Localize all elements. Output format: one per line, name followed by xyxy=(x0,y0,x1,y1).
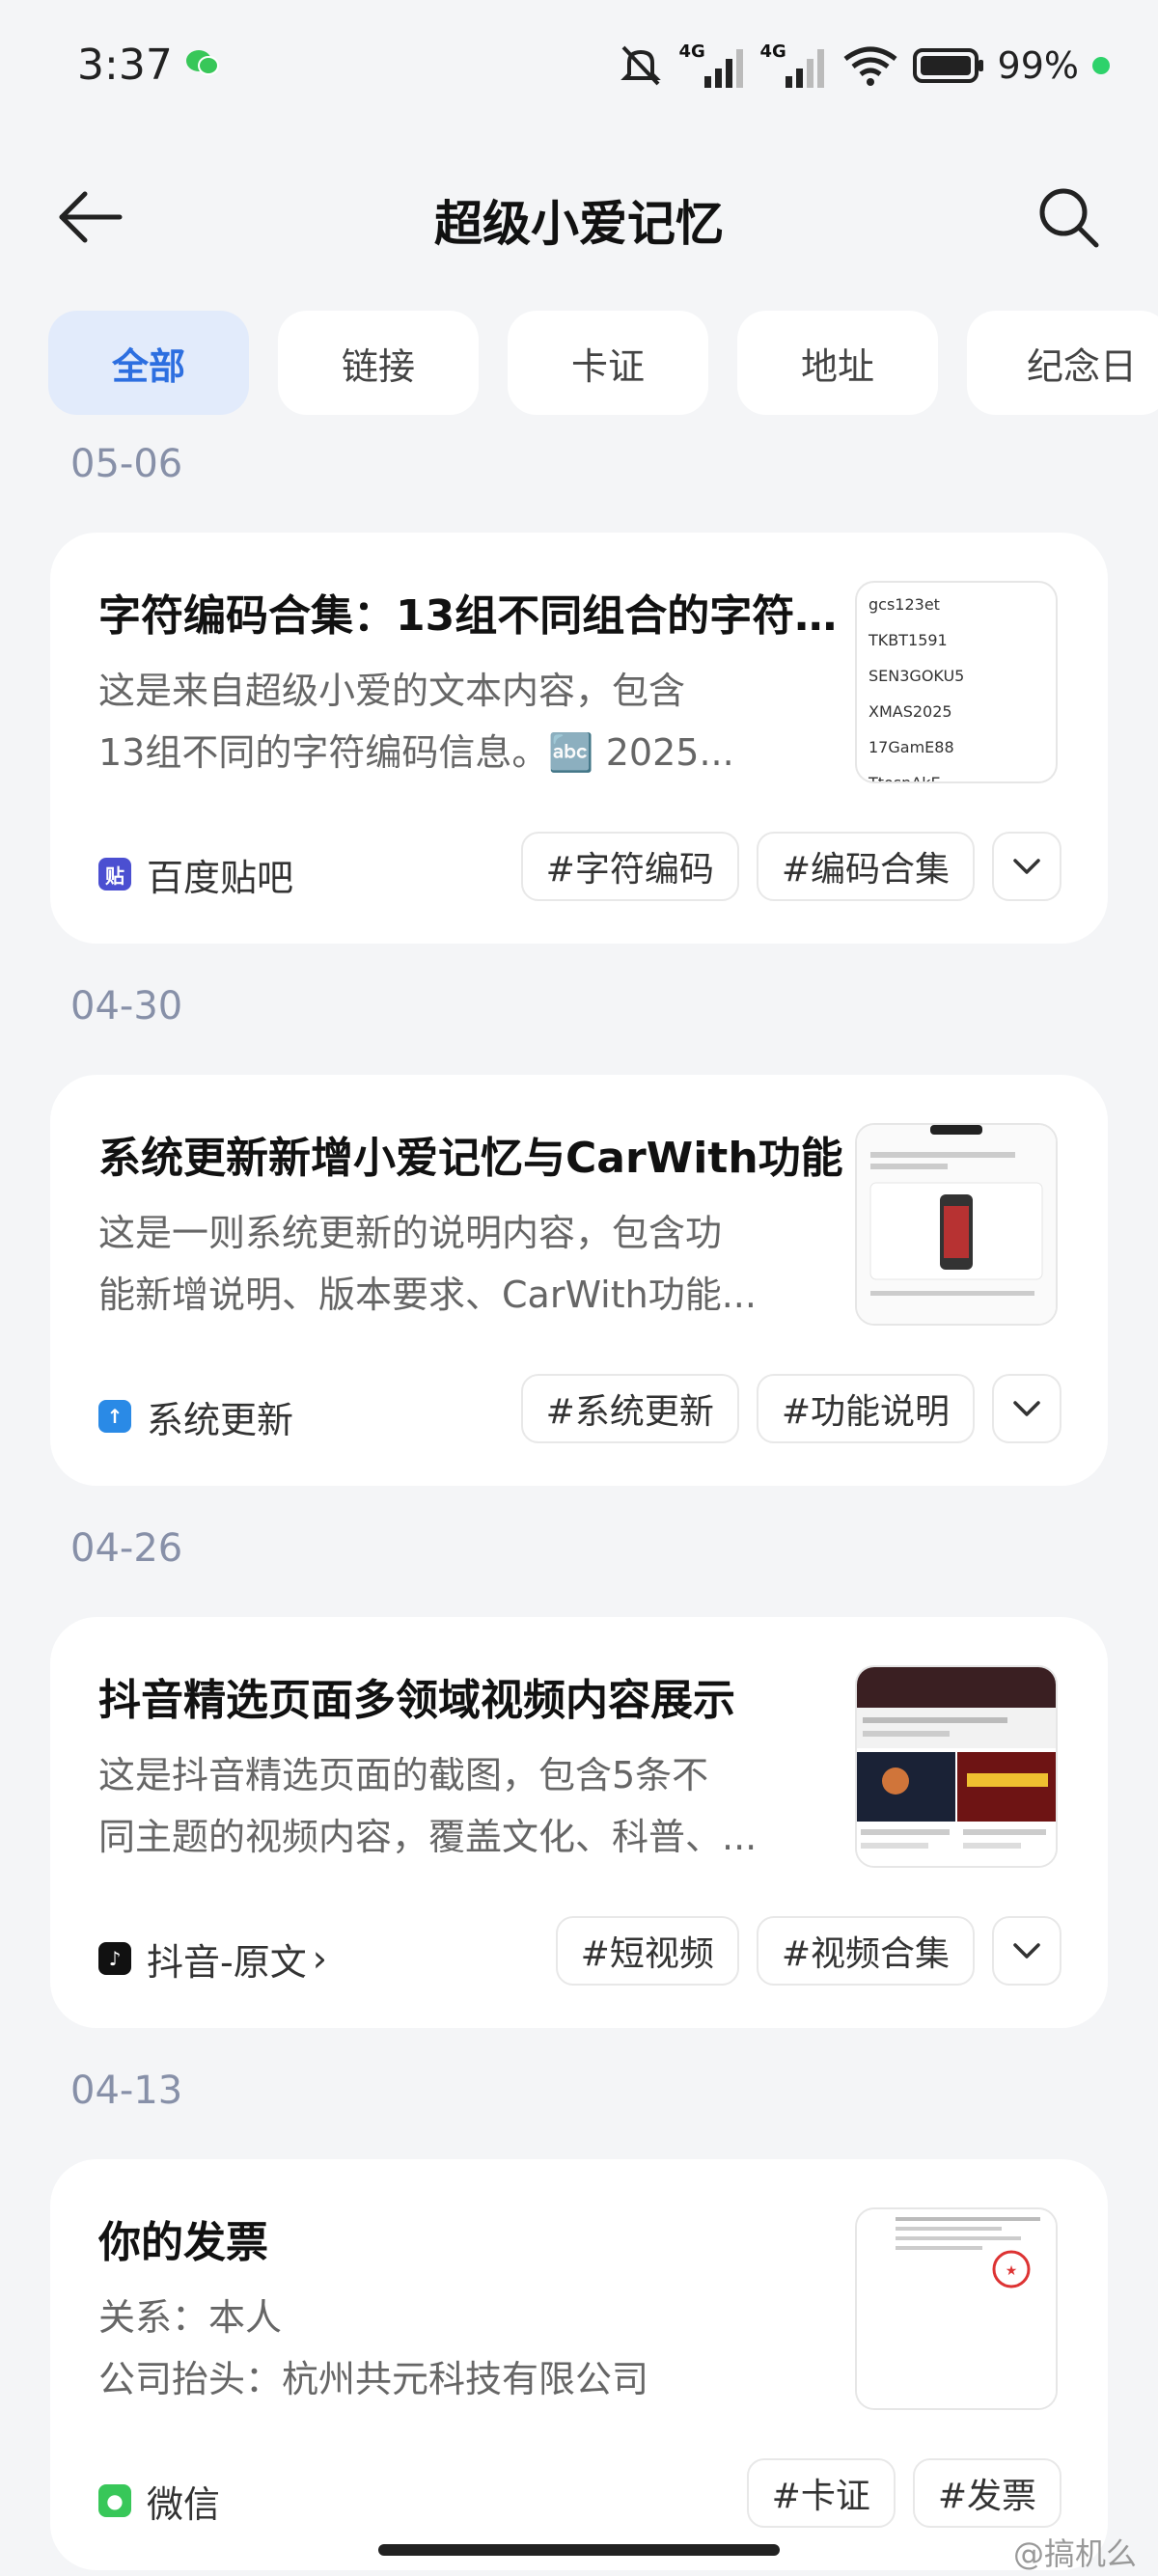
chevron-down-icon xyxy=(1013,1943,1040,1959)
tab-anniversary[interactable]: 纪念日 xyxy=(967,311,1158,415)
card-source[interactable]: ♪ 抖音-原文 › xyxy=(98,1932,327,1986)
thumb-text: 17GamE88 xyxy=(868,738,954,756)
signal-1-icon: 4G xyxy=(679,41,747,90)
chevron-down-icon xyxy=(1013,859,1040,874)
tieba-icon: 贴 xyxy=(98,858,131,891)
card-source: ● 微信 xyxy=(98,2474,220,2528)
tab-cards[interactable]: 卡证 xyxy=(508,311,708,415)
tab-links[interactable]: 链接 xyxy=(278,311,479,415)
card-source: ↑ 系统更新 xyxy=(98,1389,293,1443)
card-description: 这是一则系统更新的说明内容，包含功 能新增说明、版本要求、CarWith功能..… xyxy=(98,1202,861,1326)
source-label: 系统更新 xyxy=(147,1398,294,1441)
battery-percent: 99% xyxy=(997,44,1079,87)
search-icon[interactable] xyxy=(1036,185,1100,249)
svg-text:★: ★ xyxy=(1006,2263,1018,2279)
card-desc-line: 这是抖音精选页面的截图，包含5条不 xyxy=(98,1754,709,1796)
card-thumbnail: ★ xyxy=(855,2207,1058,2410)
card-thumbnail xyxy=(855,1123,1058,1326)
card-title: 你的发票 xyxy=(98,2218,268,2267)
page-title: 超级小爱记忆 xyxy=(434,196,724,252)
memory-card[interactable]: 抖音精选页面多领域视频内容展示 这是抖音精选页面的截图，包含5条不 同主题的视频… xyxy=(50,1617,1108,2028)
douyin-icon: ♪ xyxy=(98,1942,131,1975)
source-label: 微信 xyxy=(147,2482,221,2526)
source-label: 百度贴吧 xyxy=(147,856,294,899)
tag-chip[interactable]: #字符编码 xyxy=(520,832,739,901)
status-bar: 3:37 4G 4G 99% xyxy=(0,0,1158,135)
card-tags: #字符编码 #编码合集 xyxy=(520,832,1062,901)
tag-chip[interactable]: #卡证 xyxy=(746,2458,896,2528)
privacy-indicator-dot xyxy=(1092,57,1110,74)
wifi-icon xyxy=(843,46,897,86)
card-desc-line: 公司抬头：杭州共元科技有限公司 xyxy=(98,2358,649,2400)
section-date: 04-26 xyxy=(70,1526,183,1571)
tag-chip[interactable]: #功能说明 xyxy=(756,1374,975,1443)
card-tags: #短视频 #视频合集 xyxy=(555,1916,1062,1986)
wechat-icon: ● xyxy=(98,2484,131,2517)
system-update-icon: ↑ xyxy=(98,1400,131,1433)
watermark: @搞机么 xyxy=(1012,2535,1137,2572)
tag-chip[interactable]: #视频合集 xyxy=(756,1916,975,1986)
category-tabs: 全部 链接 卡证 地址 纪念日 xyxy=(48,311,1158,415)
memory-card[interactable]: 你的发票 关系：本人 公司抬头：杭州共元科技有限公司 ★ ● 微信 #卡证 #发… xyxy=(50,2159,1108,2570)
card-title: 系统更新新增小爱记忆与CarWith功能 xyxy=(98,1134,843,1183)
card-tags: #卡证 #发票 xyxy=(746,2458,1062,2528)
expand-tags-button[interactable] xyxy=(992,1374,1062,1443)
source-label: 抖音-原文 xyxy=(147,1940,307,1984)
chevron-right-icon: › xyxy=(312,1937,327,1980)
memory-card[interactable]: 系统更新新增小爱记忆与CarWith功能 这是一则系统更新的说明内容，包含功 能… xyxy=(50,1075,1108,1486)
card-title: 字符编码合集：13组不同组合的字符编码 xyxy=(98,591,861,641)
tag-chip[interactable]: #编码合集 xyxy=(756,832,975,901)
thumb-text: TtosnAkE xyxy=(868,774,941,783)
thumb-text: XMAS2025 xyxy=(868,702,952,721)
card-title: 抖音精选页面多领域视频内容展示 xyxy=(98,1676,735,1725)
card-description: 这是抖音精选页面的截图，包含5条不 同主题的视频内容，覆盖文化、科普、... xyxy=(98,1744,861,1868)
thumb-text: TKBT1591 xyxy=(868,631,948,649)
tag-chip[interactable]: #系统更新 xyxy=(520,1374,739,1443)
signal-2-icon: 4G xyxy=(760,41,828,90)
home-indicator[interactable] xyxy=(378,2544,780,2556)
card-source: 贴 百度贴吧 xyxy=(98,847,293,901)
card-desc-line: 关系：本人 xyxy=(98,2296,283,2339)
tab-address[interactable]: 地址 xyxy=(737,311,938,415)
section-date: 04-13 xyxy=(70,2069,183,2113)
card-desc-line: 同主题的视频内容，覆盖文化、科普、... xyxy=(98,1816,758,1858)
mute-icon xyxy=(620,45,661,86)
card-thumbnail: gcs123et TKBT1591 SEN3GOKU5 XMAS2025 17G… xyxy=(855,581,1058,783)
thumb-text: gcs123et xyxy=(868,595,940,614)
card-description: 这是来自超级小爱的文本内容，包含 13组不同的字符编码信息。🔤 2025... xyxy=(98,660,861,783)
card-thumbnail xyxy=(855,1665,1058,1868)
card-description: 关系：本人 公司抬头：杭州共元科技有限公司 xyxy=(98,2287,861,2410)
card-desc-line: 能新增说明、版本要求、CarWith功能... xyxy=(98,1274,757,1316)
card-tags: #系统更新 #功能说明 xyxy=(520,1374,1062,1443)
status-time: 3:37 xyxy=(77,41,173,90)
wechat-notification-icon xyxy=(186,50,219,75)
tab-all[interactable]: 全部 xyxy=(48,311,249,415)
expand-tags-button[interactable] xyxy=(992,832,1062,901)
card-desc-line: 这是来自超级小爱的文本内容，包含 xyxy=(98,670,686,712)
card-desc-line: 13组不同的字符编码信息。🔤 2025... xyxy=(98,731,734,774)
memory-card[interactable]: 字符编码合集：13组不同组合的字符编码 这是来自超级小爱的文本内容，包含 13组… xyxy=(50,533,1108,944)
section-date: 05-06 xyxy=(70,442,183,486)
tag-chip[interactable]: #短视频 xyxy=(555,1916,739,1986)
chevron-down-icon xyxy=(1013,1401,1040,1416)
battery-icon xyxy=(912,48,983,83)
app-header: 超级小爱记忆 xyxy=(0,164,1158,270)
card-desc-line: 这是一则系统更新的说明内容，包含功 xyxy=(98,1212,723,1254)
thumb-text: SEN3GOKU5 xyxy=(868,667,965,685)
section-date: 04-30 xyxy=(70,984,183,1028)
tag-chip[interactable]: #发票 xyxy=(912,2458,1062,2528)
expand-tags-button[interactable] xyxy=(992,1916,1062,1986)
